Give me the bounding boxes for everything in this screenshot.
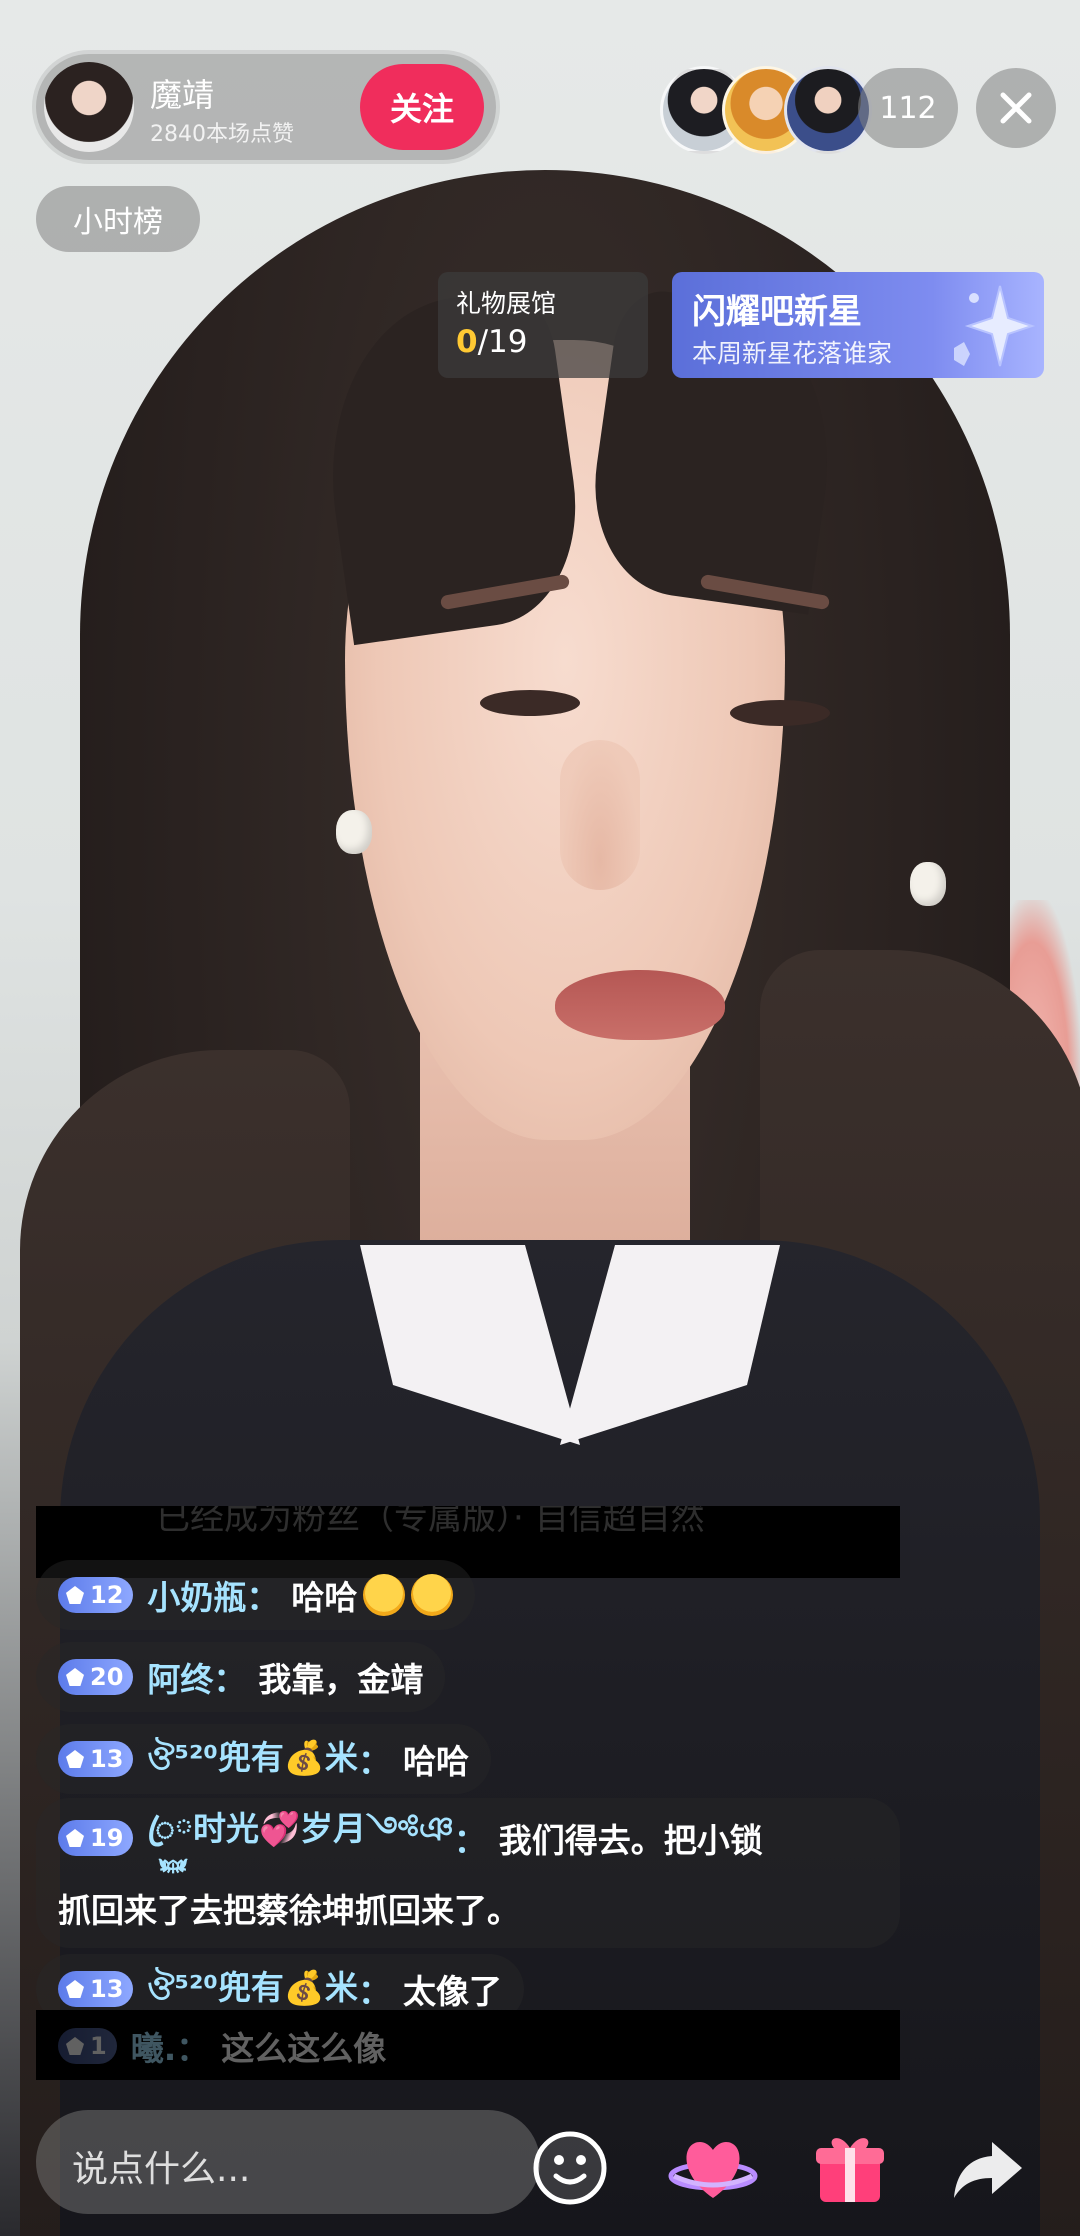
chat-text: 我靠，金靖 — [258, 1660, 424, 1699]
rising-star-banner[interactable]: 闪耀吧新星 本周新星花落谁家 — [672, 272, 1044, 378]
diamond-icon — [66, 1829, 84, 1847]
chat-message[interactable]: 12 小奶瓶： 哈哈 — [36, 1560, 476, 1630]
level-number: 1 — [90, 2032, 107, 2060]
chat-username: 曦. — [130, 2029, 177, 2068]
chat-feed[interactable]: 已经成为粉丝（专属版）· 自信超自然 12 小奶瓶： 哈哈 20 阿终： 我靠，… — [36, 1506, 900, 2080]
diamond-icon — [66, 1980, 84, 1998]
chat-text: 我们得去。把小锁 — [498, 1821, 763, 1860]
chat-text: 哈哈 — [402, 1742, 469, 1781]
chat-text: 太像了 — [402, 1972, 502, 2011]
chat-text: 哈哈 — [291, 1578, 358, 1617]
host-like-count: 2840本场点赞 — [150, 122, 294, 147]
user-level-badge: 13 — [58, 1971, 134, 2007]
chat-username[interactable]: 阿终 — [147, 1653, 213, 1701]
gift-hall-title: 礼物展馆 — [456, 289, 557, 318]
hour-rank-button[interactable]: 小时榜 — [36, 186, 200, 252]
close-button[interactable] — [976, 68, 1056, 148]
user-level-badge: 19 — [58, 1820, 134, 1856]
chat-line: 抓回来了去把蔡徐坤抓回来了。 — [58, 1873, 520, 1943]
left-earring — [336, 810, 372, 854]
viewer-count-button[interactable]: 112 — [858, 68, 958, 148]
chat-text-continued: 抓回来了去把蔡徐坤抓回来了。 — [58, 1891, 520, 1930]
comment-placeholder: 说点什么... — [72, 2149, 251, 2190]
chat-colon: ： — [453, 1821, 487, 1860]
right-earring — [910, 862, 946, 906]
diamond-icon — [66, 1668, 84, 1686]
laugh-cry-emoji-icon — [363, 1574, 406, 1616]
user-level-badge: 1 — [58, 2028, 117, 2064]
level-number: 12 — [90, 1581, 124, 1609]
chat-message[interactable]: 20 阿终： 我靠，金靖 — [36, 1642, 446, 1712]
banner-title: 闪耀吧新星 — [692, 292, 862, 332]
level-number: 13 — [90, 1745, 124, 1773]
diamond-icon — [66, 1586, 84, 1604]
sparkle-star-icon — [954, 285, 1036, 367]
host-name: 魔靖 — [150, 76, 215, 114]
share-icon[interactable] — [948, 2128, 1028, 2208]
follow-button[interactable]: 关注 — [360, 64, 484, 150]
right-eye — [730, 700, 830, 726]
chat-colon: ： — [176, 2029, 210, 2068]
chat-username[interactable]: 小奶瓶 — [147, 1571, 246, 1619]
chat-text: 这么这么像 — [221, 2029, 387, 2068]
level-number: 19 — [90, 1824, 124, 1852]
diamond-icon — [66, 2037, 84, 2055]
streamer-nose — [560, 740, 640, 890]
chat-line: 19 ꦿ࿆时光💞岁月༺ঞ： 我们得去。把小锁 — [58, 1803, 763, 1873]
heart-planet-icon[interactable] — [668, 2128, 758, 2208]
chat-colon: ： — [213, 1660, 247, 1699]
chat-cut-message: 已经成为粉丝（专属版）· 自信超自然 — [156, 1506, 705, 1538]
chat-username[interactable]: ঔ⁵²⁰兜有💰米 — [147, 1961, 358, 2018]
chat-colon: ： — [246, 1578, 280, 1617]
gift-hall-progress-current: 0 — [456, 324, 478, 360]
level-number: 13 — [90, 1975, 124, 2003]
chat-bottom-fade: 1 曦.： 这么这么像 — [36, 2010, 900, 2080]
chat-username[interactable]: ꦿ࿆时光💞岁月༺ঞ — [147, 1792, 453, 1885]
comment-input[interactable]: 说点什么... — [36, 2110, 540, 2214]
gift-hall-card[interactable]: 礼物展馆 0/19 — [438, 272, 648, 378]
gift-icon[interactable] — [810, 2128, 890, 2208]
chat-message-faded: 1 曦.： 这么这么像 — [58, 2022, 386, 2070]
gift-hall-progress: 0/19 — [456, 324, 527, 360]
close-icon — [1000, 92, 1032, 124]
gift-hall-progress-total: /19 — [477, 324, 528, 360]
level-number: 20 — [90, 1663, 124, 1691]
streamer-lips — [555, 970, 725, 1040]
host-info-card[interactable]: 魔靖 2840本场点赞 关注 — [36, 54, 496, 160]
user-level-badge: 20 — [58, 1659, 134, 1695]
diamond-icon — [66, 1750, 84, 1768]
host-avatar[interactable] — [44, 62, 134, 152]
chat-message[interactable]: 19 ꦿ࿆时光💞岁月༺ঞ： 我们得去。把小锁 抓回来了去把蔡徐坤抓回来了。 — [36, 1798, 900, 1948]
left-eye — [480, 690, 580, 716]
chat-username[interactable]: ঔ⁵²⁰兜有💰米 — [147, 1731, 358, 1788]
laugh-cry-emoji-icon — [411, 1574, 454, 1616]
chat-colon: ： — [357, 1742, 391, 1781]
banner-subtitle: 本周新星花落谁家 — [692, 339, 893, 368]
chat-colon: ： — [357, 1972, 391, 2011]
user-level-badge: 13 — [58, 1741, 134, 1777]
user-level-badge: 12 — [58, 1577, 134, 1613]
chat-message[interactable]: 13 ঔ⁵²⁰兜有💰米： 哈哈 — [36, 1724, 491, 1794]
emoji-icon[interactable] — [530, 2128, 610, 2208]
